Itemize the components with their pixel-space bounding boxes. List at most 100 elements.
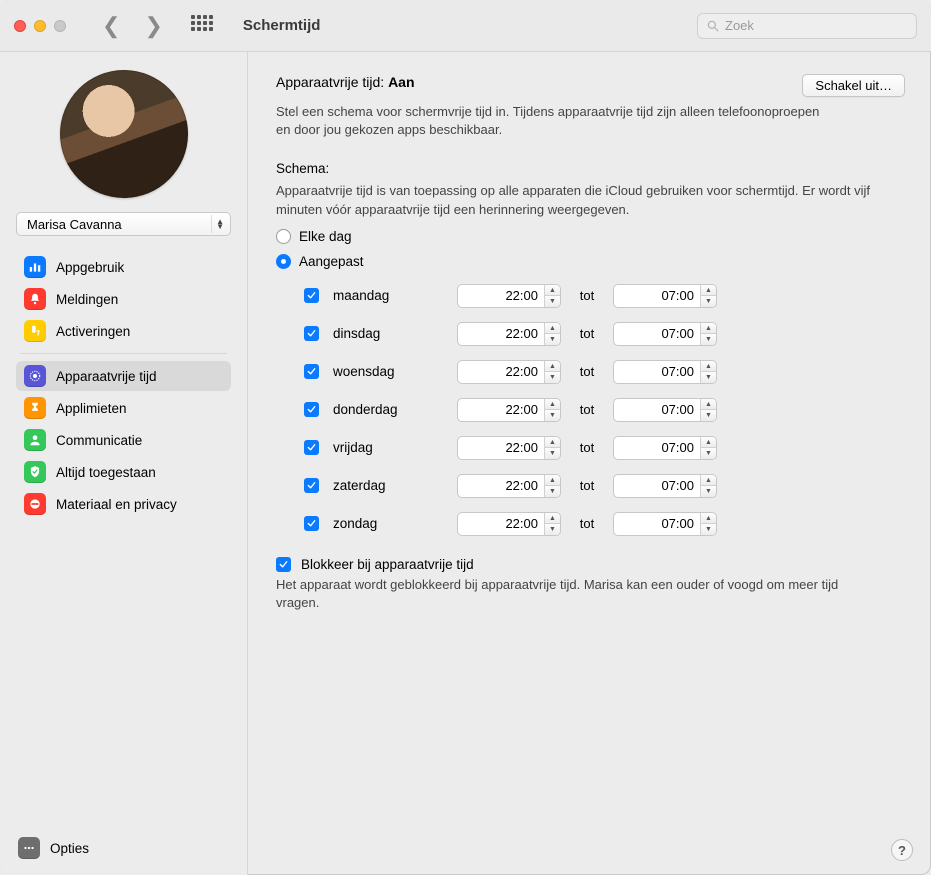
step-down[interactable]: ▼ — [545, 448, 560, 459]
to-time-value: 07:00 — [614, 364, 700, 379]
day-checkbox[interactable] — [304, 402, 319, 417]
from-time-stepper[interactable]: 22:00▲▼ — [457, 512, 561, 536]
sidebar-item-label: Activeringen — [56, 324, 130, 339]
sidebar-item-always-allowed[interactable]: Altijd toegestaan — [16, 457, 231, 487]
step-down[interactable]: ▼ — [701, 448, 716, 459]
day-checkbox[interactable] — [304, 440, 319, 455]
step-up[interactable]: ▲ — [545, 475, 560, 487]
step-down[interactable]: ▼ — [701, 524, 716, 535]
day-checkbox[interactable] — [304, 288, 319, 303]
to-time-stepper[interactable]: 07:00▲▼ — [613, 474, 717, 498]
day-row: dinsdag22:00▲▼tot07:00▲▼ — [304, 315, 905, 353]
main-panel: Apparaatvrije tijd: Aan Schakel uit… Ste… — [248, 52, 931, 875]
window-title: Schermtijd — [243, 17, 321, 34]
radio-icon — [276, 229, 291, 244]
schedule-description: Apparaatvrije tijd is van toepassing op … — [276, 182, 886, 218]
step-down[interactable]: ▼ — [701, 372, 716, 383]
day-row: zondag22:00▲▼tot07:00▲▼ — [304, 505, 905, 543]
day-row: vrijdag22:00▲▼tot07:00▲▼ — [304, 429, 905, 467]
stepper-buttons: ▲▼ — [700, 323, 716, 345]
step-down[interactable]: ▼ — [545, 334, 560, 345]
stepper-buttons: ▲▼ — [700, 399, 716, 421]
person-icon — [24, 429, 46, 451]
sidebar-item-app-limits[interactable]: Applimieten — [16, 393, 231, 423]
step-up[interactable]: ▲ — [701, 399, 716, 411]
disable-downtime-button[interactable]: Schakel uit… — [802, 74, 905, 97]
from-time-stepper[interactable]: 22:00▲▼ — [457, 474, 561, 498]
to-time-stepper[interactable]: 07:00▲▼ — [613, 512, 717, 536]
step-down[interactable]: ▼ — [701, 296, 716, 307]
step-down[interactable]: ▼ — [701, 334, 716, 345]
sidebar-item-pickups[interactable]: Activeringen — [16, 316, 231, 346]
step-down[interactable]: ▼ — [545, 296, 560, 307]
step-up[interactable]: ▲ — [701, 475, 716, 487]
sidebar-item-content-privacy[interactable]: Materiaal en privacy — [16, 489, 231, 519]
help-button[interactable]: ? — [891, 839, 913, 861]
to-time-stepper[interactable]: 07:00▲▼ — [613, 322, 717, 346]
stepper-buttons: ▲▼ — [544, 361, 560, 383]
sidebar-divider — [20, 353, 227, 354]
sidebar-item-notifications[interactable]: Meldingen — [16, 284, 231, 314]
step-up[interactable]: ▲ — [545, 513, 560, 525]
preferences-window: ❮ ❯ Schermtijd Zoek Marisa Cavanna ▲▼ — [0, 0, 931, 875]
from-time-value: 22:00 — [458, 402, 544, 417]
from-time-stepper[interactable]: 22:00▲▼ — [457, 322, 561, 346]
sidebar-item-communication[interactable]: Communicatie — [16, 425, 231, 455]
to-label: tot — [575, 326, 599, 341]
back-button[interactable]: ❮ — [102, 15, 120, 37]
day-checkbox[interactable] — [304, 326, 319, 341]
day-name: donderdag — [333, 402, 443, 417]
to-time-stepper[interactable]: 07:00▲▼ — [613, 360, 717, 384]
from-time-stepper[interactable]: 22:00▲▼ — [457, 284, 561, 308]
to-time-stepper[interactable]: 07:00▲▼ — [613, 398, 717, 422]
step-up[interactable]: ▲ — [701, 361, 716, 373]
sidebar-item-downtime[interactable]: Apparaatvrije tijd — [16, 361, 231, 391]
step-down[interactable]: ▼ — [545, 372, 560, 383]
step-up[interactable]: ▲ — [545, 323, 560, 335]
avatar-container — [10, 70, 237, 198]
to-time-value: 07:00 — [614, 326, 700, 341]
from-time-stepper[interactable]: 22:00▲▼ — [457, 398, 561, 422]
radio-icon — [276, 254, 291, 269]
to-time-stepper[interactable]: 07:00▲▼ — [613, 284, 717, 308]
search-input[interactable]: Zoek — [697, 13, 917, 39]
step-up[interactable]: ▲ — [545, 361, 560, 373]
to-time-stepper[interactable]: 07:00▲▼ — [613, 436, 717, 460]
step-down[interactable]: ▼ — [545, 486, 560, 497]
schedule-radio-everyday[interactable]: Elke dag — [276, 229, 905, 244]
to-label: tot — [575, 364, 599, 379]
day-checkbox[interactable] — [304, 364, 319, 379]
day-row: woensdag22:00▲▼tot07:00▲▼ — [304, 353, 905, 391]
block-at-downtime-checkbox[interactable] — [276, 557, 291, 572]
from-time-stepper[interactable]: 22:00▲▼ — [457, 436, 561, 460]
step-up[interactable]: ▲ — [545, 399, 560, 411]
step-up[interactable]: ▲ — [701, 323, 716, 335]
clock-moon-icon — [24, 365, 46, 387]
step-up[interactable]: ▲ — [545, 437, 560, 449]
schedule-radio-custom[interactable]: Aangepast — [276, 254, 905, 269]
step-up[interactable]: ▲ — [701, 285, 716, 297]
step-up[interactable]: ▲ — [701, 513, 716, 525]
step-down[interactable]: ▼ — [545, 524, 560, 535]
sidebar-item-app-usage[interactable]: Appgebruik — [16, 252, 231, 282]
day-checkbox[interactable] — [304, 516, 319, 531]
show-all-prefs-button[interactable] — [191, 15, 213, 37]
step-down[interactable]: ▼ — [545, 410, 560, 421]
from-time-stepper[interactable]: 22:00▲▼ — [457, 360, 561, 384]
user-selector[interactable]: Marisa Cavanna ▲▼ — [16, 212, 231, 236]
step-down[interactable]: ▼ — [701, 410, 716, 421]
sidebar-options-button[interactable]: Opties — [10, 833, 237, 863]
close-window-button[interactable] — [14, 20, 26, 32]
step-down[interactable]: ▼ — [701, 486, 716, 497]
day-name: zaterdag — [333, 478, 443, 493]
step-up[interactable]: ▲ — [545, 285, 560, 297]
from-time-value: 22:00 — [458, 326, 544, 341]
block-at-downtime-label: Blokkeer bij apparaatvrije tijd — [301, 557, 474, 572]
titlebar: ❮ ❯ Schermtijd Zoek — [0, 0, 931, 52]
day-checkbox[interactable] — [304, 478, 319, 493]
forward-button[interactable]: ❯ — [144, 15, 162, 37]
minimize-window-button[interactable] — [34, 20, 46, 32]
step-up[interactable]: ▲ — [701, 437, 716, 449]
to-time-value: 07:00 — [614, 516, 700, 531]
zoom-window-button[interactable] — [54, 20, 66, 32]
